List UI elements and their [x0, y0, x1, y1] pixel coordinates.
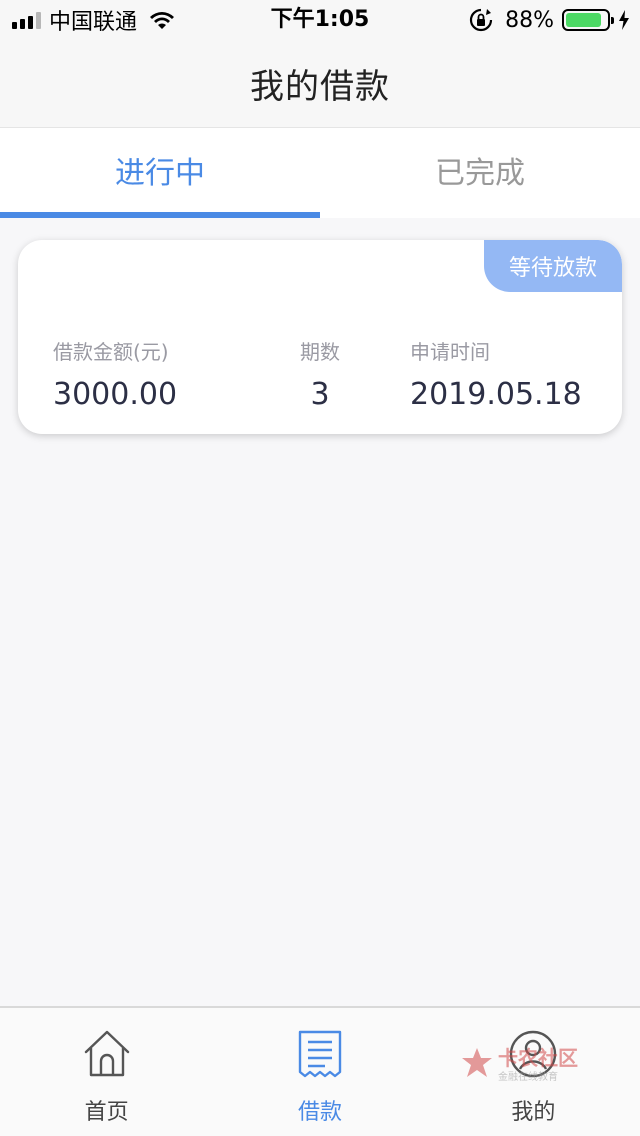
- tabbar-label-loan: 借款: [297, 1100, 342, 1125]
- periods-column: 期数 3: [278, 336, 362, 412]
- rotation-lock-icon: [470, 8, 493, 32]
- user-icon: [510, 1030, 557, 1078]
- tabbar-label-home: 首页: [84, 1100, 129, 1125]
- date-column: 申请时间 2019.05.18: [410, 336, 582, 412]
- status-bar: 中国联通 下午1:05 88%: [0, 0, 640, 40]
- date-label: 申请时间: [410, 340, 490, 364]
- status-badge: 等待放款: [484, 240, 622, 292]
- loan-card[interactable]: 等待放款 借款金额(元) 3000.00 期数 3 申请时间 2019.05.1…: [18, 240, 622, 434]
- periods-label: 期数: [300, 340, 340, 364]
- loan-status-tabs: 进行中 已完成: [0, 128, 640, 218]
- page-title: 我的借款: [250, 67, 390, 107]
- tabbar-label-mine: 我的: [511, 1100, 556, 1125]
- battery-fill: [566, 13, 602, 27]
- battery-icon: [562, 9, 614, 31]
- home-icon: [84, 1030, 129, 1077]
- nav-bar: 我的借款: [0, 40, 640, 128]
- bottom-tab-bar: 首页 借款 我的 卡农社区 金融在线教育: [0, 1006, 640, 1136]
- periods-value: 3: [310, 377, 330, 412]
- battery-percent: 88%: [505, 7, 554, 33]
- tabbar-item-loan[interactable]: 借款: [213, 1008, 426, 1136]
- amount-label: 借款金额(元): [53, 340, 169, 364]
- document-icon: [298, 1030, 342, 1078]
- tabbar-item-mine[interactable]: 我的: [427, 1008, 640, 1136]
- tab-completed[interactable]: 已完成: [320, 128, 640, 218]
- date-value: 2019.05.18: [410, 377, 582, 412]
- status-right: 88%: [469, 6, 630, 34]
- charging-icon: [619, 10, 629, 30]
- tabbar-item-home[interactable]: 首页: [0, 1008, 213, 1136]
- amount-value: 3000.00: [53, 377, 178, 412]
- amount-column: 借款金额(元) 3000.00: [53, 336, 177, 412]
- tab-in-progress[interactable]: 进行中: [0, 128, 320, 218]
